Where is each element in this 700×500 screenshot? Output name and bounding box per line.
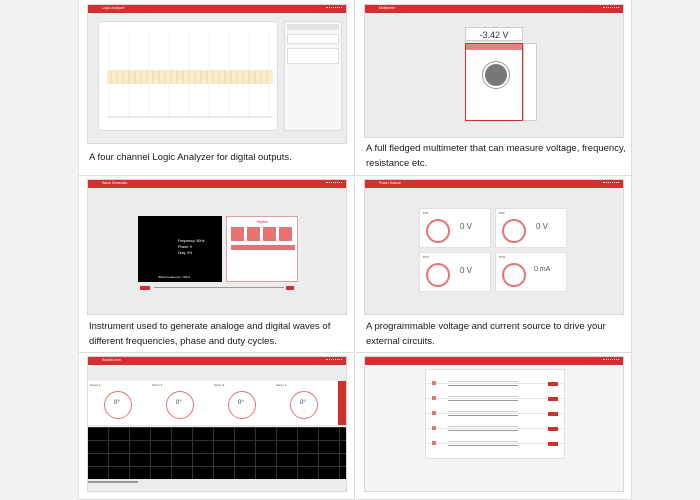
servo1-label: Servo 1 — [90, 383, 101, 387]
screen-title: Robotic Arm — [102, 358, 122, 362]
screen-title: Wave Generator — [102, 181, 128, 185]
pv2-card[interactable]: PV2 0 V — [495, 208, 567, 248]
toolbar-icons — [603, 7, 619, 10]
screen-title: Multimeter — [379, 6, 396, 10]
wave-duty-label: Duty: 0% — [178, 251, 193, 255]
logic-settings-panel[interactable] — [284, 21, 342, 131]
logic-analyzer-caption: A four channel Logic Analyzer for digita… — [89, 152, 292, 163]
toolbar-icons — [603, 359, 619, 362]
pv3-label: PV3 — [423, 255, 429, 259]
app-toolbar: Robotic Arm — [88, 357, 346, 365]
toolbar-icons — [603, 182, 619, 185]
robotic-arm-screenshot: Robotic Arm Servo 1 0° Servo 2 0° Servo … — [87, 356, 347, 492]
toolbar-icons — [326, 359, 342, 362]
app-toolbar: Logic Analyzer — [88, 5, 346, 13]
wave-play-button[interactable] — [140, 286, 150, 290]
pv1-card[interactable]: PV1 0 V — [419, 208, 491, 248]
pcs-card[interactable]: PCS 0 mA — [495, 252, 567, 292]
pv3-dial-icon[interactable] — [426, 263, 450, 287]
pv1-dial-icon[interactable] — [426, 219, 450, 243]
cell-logic-analyzer: Logic Analyzer A four channel Logic Anal… — [79, 0, 355, 176]
pv2-dial-icon[interactable] — [502, 219, 526, 243]
wave-action-button[interactable] — [286, 286, 294, 290]
screen-title: Logic Analyzer — [102, 6, 125, 10]
app-toolbar: Wave Generator — [88, 180, 346, 188]
multimeter-dial-panel[interactable] — [465, 43, 523, 121]
left-margin — [48, 0, 78, 500]
servo-row: Servo 1 0° Servo 2 0° Servo 3 0° Servo 4… — [88, 381, 338, 425]
selector-knob-icon[interactable] — [483, 62, 509, 88]
wave-generator-screenshot: Wave Generator Frequency: 50Hz Phase: 0 … — [87, 179, 347, 315]
timeline-scrollbar[interactable] — [88, 481, 138, 483]
app-toolbar: Power Source — [365, 180, 623, 188]
logic-analyzer-screenshot: Logic Analyzer — [87, 4, 347, 144]
wave-footer-label: Wave Frequency : 50Hz — [158, 275, 191, 279]
app-toolbar — [365, 357, 623, 365]
cell-wave-generator: Wave Generator Frequency: 50Hz Phase: 0 … — [79, 177, 355, 353]
pcs-label: PCS — [499, 255, 506, 259]
logic-waveform — [107, 32, 273, 118]
page: Logic Analyzer A four channel Logic Anal… — [0, 0, 700, 500]
wave-control-panel[interactable]: Digital — [226, 216, 298, 282]
feature-grid: Logic Analyzer A four channel Logic Anal… — [78, 0, 632, 500]
pcs-dial-icon[interactable] — [502, 263, 526, 287]
multimeter-caption: A full fledged multimeter that can measu… — [366, 143, 626, 169]
pv2-value: 0 V — [536, 222, 549, 231]
pv2-label: PV2 — [499, 211, 505, 215]
cell-power-source: Power Source PV1 0 V PV2 0 V PV3 0 V PCS… — [356, 177, 632, 353]
pv1-value: 0 V — [460, 222, 473, 231]
power-source-caption: A programmable voltage and current sourc… — [366, 321, 606, 347]
wave-slider[interactable] — [154, 287, 284, 288]
servo4-value: 0° — [300, 400, 306, 406]
servo1-value: 0° — [114, 400, 120, 406]
wave-generator-caption: Instrument used to generate analoge and … — [89, 321, 331, 347]
multimeter-reading: -3.42 V — [465, 27, 523, 41]
toolbar-icons — [326, 7, 342, 10]
multimeter-screenshot: Multimeter -3.42 V — [364, 4, 624, 138]
servo4-label: Servo 4 — [276, 383, 287, 387]
pv3-value: 0 V — [460, 266, 473, 275]
toolbar-icons — [326, 182, 342, 185]
pv3-card[interactable]: PV3 0 V — [419, 252, 491, 292]
wave-display: Frequency: 50Hz Phase: 0 Duty: 0% Wave F… — [138, 216, 222, 282]
data-files-screenshot — [364, 356, 624, 492]
servo3-label: Servo 3 — [214, 383, 225, 387]
servo2-value: 0° — [176, 400, 182, 406]
pv1-label: PV1 — [423, 211, 429, 215]
servo-timeline-grid[interactable] — [88, 427, 346, 479]
logic-plot — [98, 21, 278, 131]
pcs-value: 0 mA — [534, 266, 551, 273]
servo-side-button[interactable] — [338, 381, 346, 425]
servo2-label: Servo 2 — [152, 383, 163, 387]
cell-multimeter: Multimeter -3.42 V A full fledged multim… — [356, 0, 632, 176]
power-source-screenshot: Power Source PV1 0 V PV2 0 V PV3 0 V PCS… — [364, 179, 624, 315]
screen-title: Power Source — [379, 181, 401, 185]
servo3-value: 0° — [238, 400, 244, 406]
panel-title: Digital — [256, 219, 268, 224]
cell-robotic-arm: Robotic Arm Servo 1 0° Servo 2 0° Servo … — [79, 354, 355, 500]
cell-data-files — [356, 354, 632, 500]
app-toolbar: Multimeter — [365, 5, 623, 13]
file-list[interactable] — [425, 369, 565, 459]
multimeter-side-panel — [523, 43, 537, 121]
